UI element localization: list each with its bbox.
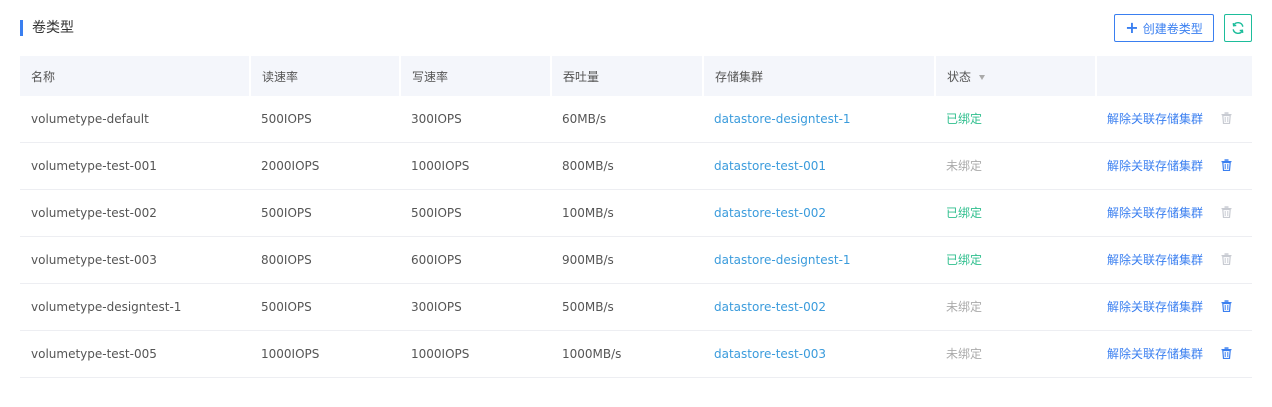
cell-name: volumetype-test-003 xyxy=(20,236,250,284)
delete-icon xyxy=(1221,206,1232,221)
cell-name: volumetype-designtest-1 xyxy=(20,283,250,331)
status-badge: 已绑定 xyxy=(946,112,983,127)
table-row: volumetype-default 500IOPS 300IOPS 60MB/s da… xyxy=(20,96,1252,143)
column-header-status[interactable]: 状态 xyxy=(935,56,1097,96)
volume-type-table: 名称 读速率 写速率 吞吐量 存储集群 状态 volumetype-defaul… xyxy=(20,56,1252,378)
title-accent-bar xyxy=(20,20,23,36)
cell-throughput: 1000MB/s xyxy=(551,330,703,378)
cell-read-rate: 800IOPS xyxy=(250,236,400,284)
cell-status: 未绑定 xyxy=(935,330,1096,378)
cell-actions: 解除关联存储集群 xyxy=(1096,96,1252,143)
delete-icon[interactable] xyxy=(1221,300,1232,315)
cell-write-rate: 300IOPS xyxy=(400,283,551,331)
cell-actions: 解除关联存储集群 xyxy=(1096,189,1252,237)
status-badge: 已绑定 xyxy=(946,253,983,267)
cell-name: volumetype-test-005 xyxy=(20,330,250,378)
cell-name: volumetype-default xyxy=(20,96,250,143)
status-badge: 未绑定 xyxy=(946,300,983,314)
cell-actions: 解除关联存储集群 xyxy=(1096,283,1252,331)
cell-read-rate: 500IOPS xyxy=(250,96,400,143)
cell-actions: 解除关联存储集群 xyxy=(1096,330,1252,378)
plus-icon: + xyxy=(1125,18,1139,37)
cell-actions: 解除关联存储集群 xyxy=(1096,236,1252,284)
unbind-cluster-link[interactable]: 解除关联存储集群 xyxy=(1107,206,1203,220)
status-header-label: 状态 xyxy=(947,69,972,84)
page-title: 卷类型 xyxy=(32,20,74,36)
cluster-link[interactable]: datastore-designtest-1 xyxy=(714,112,851,126)
create-button-label: 创建卷类型 xyxy=(1142,21,1203,36)
unbind-cluster-link[interactable]: 解除关联存储集群 xyxy=(1107,112,1203,126)
cluster-link[interactable]: datastore-designtest-1 xyxy=(714,253,851,267)
delete-icon[interactable] xyxy=(1221,347,1232,362)
column-header-throughput: 吞吐量 xyxy=(551,56,704,96)
cell-cluster: datastore-test-002 xyxy=(703,283,935,331)
unbind-cluster-link[interactable]: 解除关联存储集群 xyxy=(1107,300,1203,314)
column-header-cluster: 存储集群 xyxy=(703,56,936,96)
status-badge: 未绑定 xyxy=(946,159,983,173)
cell-status: 已绑定 xyxy=(935,96,1096,143)
cell-read-rate: 500IOPS xyxy=(250,189,400,237)
status-badge: 未绑定 xyxy=(946,347,983,361)
cell-cluster: datastore-designtest-1 xyxy=(703,236,935,284)
page-header: 卷类型 + 创建卷类型 xyxy=(20,14,1252,44)
unbind-cluster-link[interactable]: 解除关联存储集群 xyxy=(1107,347,1203,361)
delete-icon[interactable] xyxy=(1221,159,1232,174)
column-header-read-rate: 读速率 xyxy=(250,56,401,96)
cell-write-rate: 300IOPS xyxy=(400,96,551,143)
cell-throughput: 60MB/s xyxy=(551,96,703,143)
unbind-cluster-link[interactable]: 解除关联存储集群 xyxy=(1107,253,1203,267)
cell-cluster: datastore-test-002 xyxy=(703,189,935,237)
cell-write-rate: 1000IOPS xyxy=(400,330,551,378)
cell-status: 未绑定 xyxy=(935,142,1096,190)
delete-icon xyxy=(1221,253,1232,268)
table-row: volumetype-designtest-1 500IOPS 300IOPS 500… xyxy=(20,283,1252,331)
cell-name: volumetype-test-002 xyxy=(20,189,250,237)
cluster-link[interactable]: datastore-test-002 xyxy=(714,206,826,220)
cell-throughput: 500MB/s xyxy=(551,283,703,331)
cell-read-rate: 500IOPS xyxy=(250,283,400,331)
cell-status: 已绑定 xyxy=(935,236,1096,284)
table-row: volumetype-test-003 800IOPS 600IOPS 900MB/s… xyxy=(20,236,1252,284)
cell-write-rate: 1000IOPS xyxy=(400,142,551,190)
cell-cluster: datastore-test-001 xyxy=(703,142,935,190)
filter-caret-icon[interactable] xyxy=(979,74,986,80)
cell-actions: 解除关联存储集群 xyxy=(1096,142,1252,190)
table-header-row: 名称 读速率 写速率 吞吐量 存储集群 状态 xyxy=(20,56,1252,96)
refresh-icon xyxy=(1232,21,1244,35)
table-row: volumetype-test-002 500IOPS 500IOPS 100MB/s… xyxy=(20,189,1252,237)
table-row: volumetype-test-001 2000IOPS 1000IOPS 800MB… xyxy=(20,142,1252,190)
cell-throughput: 100MB/s xyxy=(551,189,703,237)
cell-throughput: 800MB/s xyxy=(551,142,703,190)
table-row: volumetype-test-005 1000IOPS 1000IOPS 1000M… xyxy=(20,330,1252,378)
refresh-button[interactable] xyxy=(1224,14,1252,42)
create-volume-type-button[interactable]: + 创建卷类型 xyxy=(1114,14,1214,42)
cluster-link[interactable]: datastore-test-002 xyxy=(714,300,826,314)
column-header-actions xyxy=(1096,56,1252,96)
cell-cluster: datastore-designtest-1 xyxy=(703,96,935,143)
column-header-write-rate: 写速率 xyxy=(400,56,552,96)
cell-write-rate: 500IOPS xyxy=(400,189,551,237)
cell-read-rate: 2000IOPS xyxy=(250,142,400,190)
unbind-cluster-link[interactable]: 解除关联存储集群 xyxy=(1107,159,1203,173)
cell-status: 已绑定 xyxy=(935,189,1096,237)
column-header-name: 名称 xyxy=(20,56,251,96)
cluster-link[interactable]: datastore-test-001 xyxy=(714,159,826,173)
cell-write-rate: 600IOPS xyxy=(400,236,551,284)
cell-name: volumetype-test-001 xyxy=(20,142,250,190)
cell-cluster: datastore-test-003 xyxy=(703,330,935,378)
cell-status: 未绑定 xyxy=(935,283,1096,331)
cluster-link[interactable]: datastore-test-003 xyxy=(714,347,826,361)
cell-throughput: 900MB/s xyxy=(551,236,703,284)
status-badge: 已绑定 xyxy=(946,206,983,220)
cell-read-rate: 1000IOPS xyxy=(250,330,400,378)
delete-icon xyxy=(1221,112,1232,127)
